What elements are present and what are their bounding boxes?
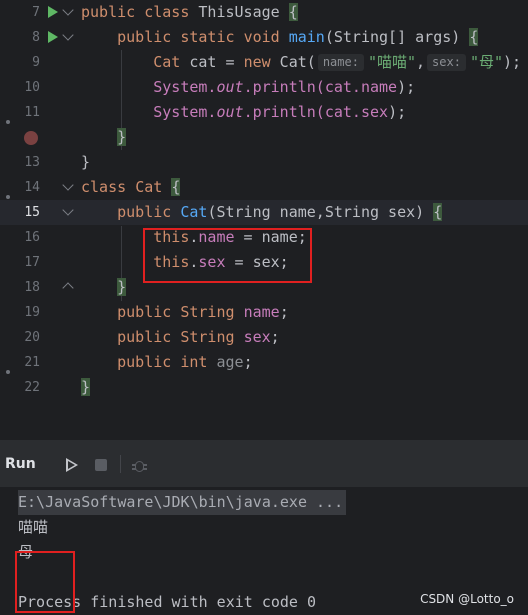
code-line-19[interactable]: 19 public String name; <box>0 300 528 325</box>
fold-chevron-icon[interactable] <box>62 4 74 16</box>
console-output-line: 喵喵 <box>18 518 49 536</box>
line-number: 22 <box>24 380 40 395</box>
run-tool-window: Run E:\JavaSoftware\JDK\bin\java.exe ...… <box>0 440 528 615</box>
line-number: 10 <box>24 80 40 95</box>
gutter-marker-icon <box>6 370 10 374</box>
line-number: 9 <box>32 55 40 70</box>
code-line-9[interactable]: 9 Cat cat = new Cat(name: "喵喵", sex: "母"); <box>0 50 528 75</box>
code-line-12[interactable]: 12 } <box>0 125 528 150</box>
debug-icon[interactable] <box>132 457 147 473</box>
line-number: 20 <box>24 330 40 345</box>
line-number: 15 <box>24 205 40 220</box>
code-line-21[interactable]: 21 public int age; <box>0 350 528 375</box>
param-hint-name: name: <box>317 54 364 71</box>
fold-chevron-icon[interactable] <box>62 179 74 191</box>
code-line-14[interactable]: 14 class Cat { <box>0 175 528 200</box>
gutter-marker-icon <box>6 195 10 199</box>
line-number: 8 <box>32 30 40 45</box>
gutter-marker-icon <box>6 120 10 124</box>
run-class-icon[interactable] <box>48 6 58 18</box>
code-line-15[interactable]: 15 public Cat(String name,String sex) { <box>0 200 528 225</box>
run-panel-title: Run <box>5 456 36 472</box>
line-number: 19 <box>24 305 40 320</box>
param-hint-sex: sex: <box>427 54 466 71</box>
code-editor[interactable]: 7 public class ThisUsage { 8 public stat… <box>0 0 528 440</box>
annotation-highlight-box <box>15 551 75 613</box>
code-line-22[interactable]: 22 } <box>0 375 528 400</box>
stop-icon[interactable] <box>95 459 107 471</box>
code-line-20[interactable]: 20 public String sex; <box>0 325 528 350</box>
code-line-10[interactable]: 10 System.out.println(cat.name); <box>0 75 528 100</box>
fold-chevron-icon[interactable] <box>62 204 74 216</box>
line-number: 18 <box>24 280 40 295</box>
console-command-line[interactable]: E:\JavaSoftware\JDK\bin\java.exe ... <box>18 490 347 515</box>
code-line-7[interactable]: 7 public class ThisUsage { <box>0 0 528 25</box>
code-line-13[interactable]: 13 } <box>0 150 528 175</box>
fold-chevron-icon[interactable] <box>62 29 74 41</box>
code-line-8[interactable]: 8 public static void main(String[] args)… <box>0 25 528 50</box>
toolbar-divider <box>120 455 121 473</box>
code-line-11[interactable]: 11 System.out.println(cat.sex); <box>0 100 528 125</box>
annotation-highlight-box <box>143 228 312 283</box>
line-number: 16 <box>24 230 40 245</box>
line-number: 7 <box>32 5 40 20</box>
line-number: 13 <box>24 155 40 170</box>
watermark: CSDN @Lotto_o <box>420 592 514 606</box>
run-toolbar: Run <box>0 441 528 487</box>
fold-chevron-icon[interactable] <box>62 282 74 294</box>
rerun-icon[interactable] <box>66 458 78 472</box>
run-main-icon[interactable] <box>48 31 58 43</box>
line-number: 17 <box>24 255 40 270</box>
